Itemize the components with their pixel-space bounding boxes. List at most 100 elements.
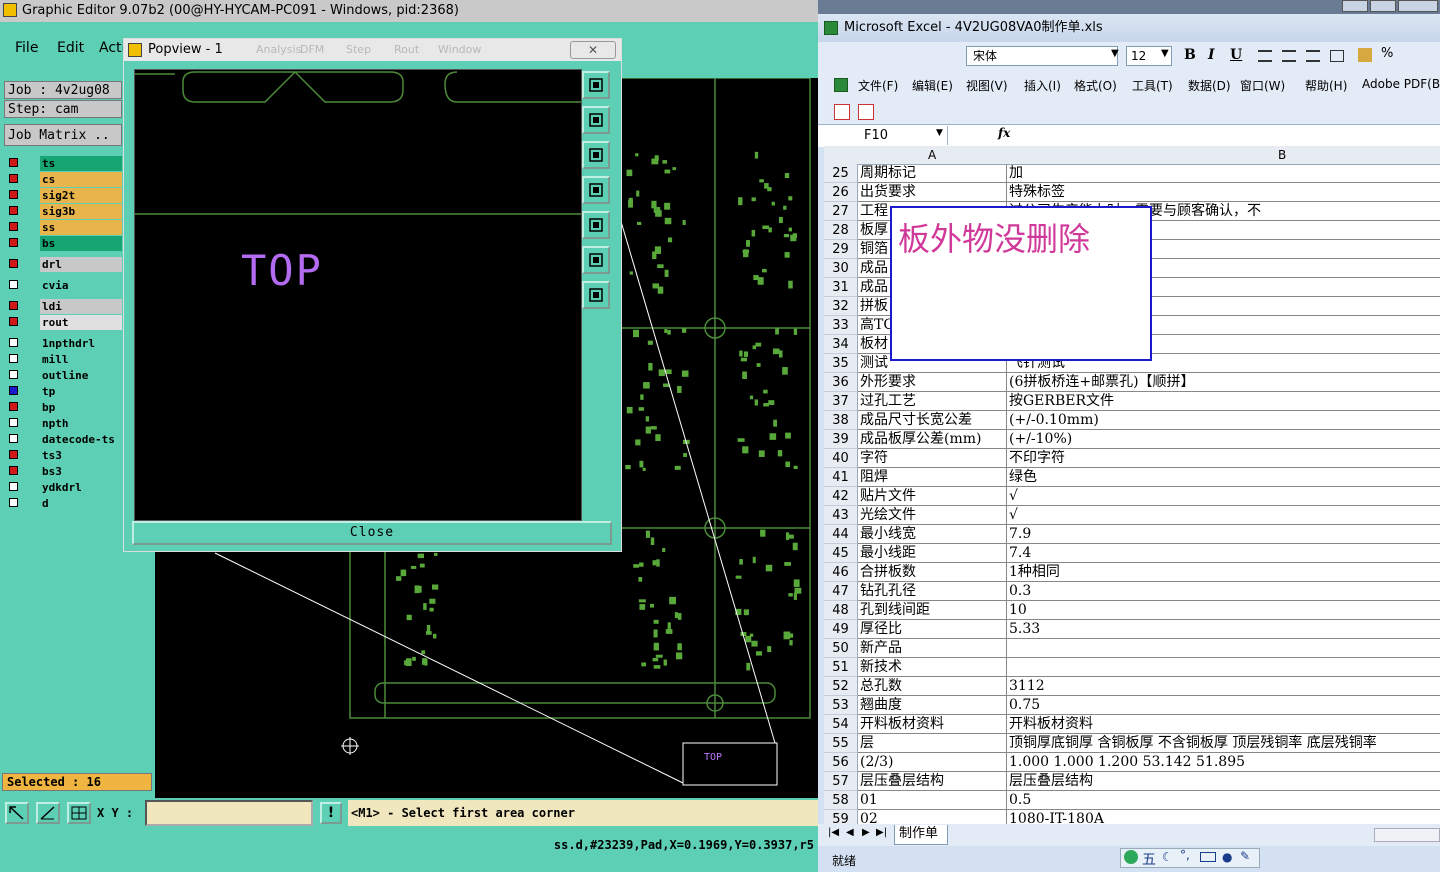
excel-menu-item[interactable]: Adobe PDF(B)	[1362, 77, 1440, 91]
row-header[interactable]: 47	[824, 582, 858, 601]
cell-b[interactable]: 10	[1007, 601, 1440, 620]
layer-checkbox[interactable]	[9, 402, 18, 411]
cell-a[interactable]: 出货要求	[858, 183, 1007, 202]
layer-checkbox[interactable]	[9, 280, 18, 289]
layer-checkbox[interactable]	[9, 418, 18, 427]
cell-a[interactable]: 贴片文件	[858, 487, 1007, 506]
popview-close-icon[interactable]: ✕	[570, 41, 616, 59]
row-header[interactable]: 53	[824, 696, 858, 715]
layer-row-mill[interactable]: mill	[6, 352, 122, 367]
menu-actions[interactable]: Acti	[99, 40, 125, 56]
cell-b[interactable]: 0.3	[1007, 582, 1440, 601]
row-header[interactable]: 34	[824, 335, 858, 354]
layer-row-tp[interactable]: tp	[6, 384, 122, 399]
row-header[interactable]: 36	[824, 373, 858, 392]
cell-b[interactable]: 按GERBER文件	[1007, 392, 1440, 411]
popview-canvas[interactable]: TOP	[134, 69, 582, 521]
cell-b[interactable]: 不印字符	[1007, 449, 1440, 468]
row-header[interactable]: 41	[824, 468, 858, 487]
layer-checkbox[interactable]	[9, 434, 18, 443]
menu-file[interactable]: File	[15, 40, 38, 56]
row-header[interactable]: 42	[824, 487, 858, 506]
cell-b[interactable]: 1种相同	[1007, 563, 1440, 582]
row-header[interactable]: 52	[824, 677, 858, 696]
cell-a[interactable]: 合拼板数	[858, 563, 1007, 582]
percent-icon[interactable]: %	[1381, 46, 1393, 61]
layer-row-ydkdrl[interactable]: ydkdrl	[6, 480, 122, 495]
layer-checkbox[interactable]	[9, 158, 18, 167]
punctuation-icon[interactable]: °,	[1180, 848, 1190, 862]
pan-down-icon[interactable]	[582, 141, 610, 169]
excel-menu-item[interactable]: 格式(O)	[1074, 77, 1117, 94]
cell-b[interactable]: 顶铜厚底铜厚 含铜板厚 不含铜板厚 顶层残铜率 底层残铜率	[1007, 734, 1440, 753]
fx-icon[interactable]: fx	[998, 126, 1010, 140]
layer-row-bs3[interactable]: bs3	[6, 464, 122, 479]
next-sheet-icon[interactable]: ▶	[862, 827, 870, 838]
row-header[interactable]: 48	[824, 601, 858, 620]
underline-button[interactable]: U	[1230, 47, 1242, 63]
layer-row-sig2t[interactable]: sig2t	[6, 188, 122, 203]
moon-icon[interactable]: ☾	[1162, 850, 1173, 864]
cell-b[interactable]: (+/-10%)	[1007, 430, 1440, 449]
layer-row-cvia[interactable]: cvia	[6, 278, 122, 293]
cell-b[interactable]: 7.9	[1007, 525, 1440, 544]
layer-row-ss[interactable]: ss	[6, 220, 122, 235]
sheet-tab-active[interactable]: 制作单	[894, 825, 948, 845]
excel-menu-item[interactable]: 工具(T)	[1132, 77, 1173, 94]
job-matrix-button[interactable]: Job Matrix ..	[4, 124, 122, 146]
row-header[interactable]: 30	[824, 259, 858, 278]
layer-row-1npthdrl[interactable]: 1npthdrl	[6, 336, 122, 351]
layer-row-cs[interactable]: cs	[6, 172, 122, 187]
cell-a[interactable]: 钻孔孔径	[858, 582, 1007, 601]
row-header[interactable]: 50	[824, 639, 858, 658]
merge-center-icon[interactable]	[1330, 50, 1344, 62]
keyboard-icon[interactable]	[1200, 852, 1216, 862]
layer-checkbox[interactable]	[9, 482, 18, 491]
cell-a[interactable]: 层	[858, 734, 1007, 753]
cell-b[interactable]: 层压叠层结构	[1007, 772, 1440, 791]
cell-comment-box[interactable]: 板外物没删除	[890, 206, 1152, 361]
align-left-icon[interactable]	[1258, 50, 1272, 62]
pan-left-icon[interactable]	[582, 176, 610, 204]
column-header-a[interactable]: A	[928, 148, 936, 162]
cell-b[interactable]: 7.4	[1007, 544, 1440, 563]
cell-b[interactable]: (6拼板桥连+邮票孔)【顺拼】	[1007, 373, 1440, 392]
zoom-home-icon[interactable]	[582, 281, 610, 309]
last-sheet-icon[interactable]: ▶|	[876, 827, 887, 838]
excel-menu-item[interactable]: 编辑(E)	[912, 77, 953, 94]
zoom-fit-icon[interactable]	[582, 246, 610, 274]
layer-row-rout[interactable]: rout	[6, 315, 122, 330]
layer-row-outline[interactable]: outline	[6, 368, 122, 383]
tools-icon[interactable]: ✎	[1240, 849, 1250, 863]
cell-a[interactable]: 最小线距	[858, 544, 1007, 563]
row-header[interactable]: 39	[824, 430, 858, 449]
cell-b[interactable]: 3112	[1007, 677, 1440, 696]
cell-b[interactable]: √	[1007, 506, 1440, 525]
row-header[interactable]: 29	[824, 240, 858, 259]
select-tool-icon[interactable]	[5, 802, 29, 824]
row-header[interactable]: 54	[824, 715, 858, 734]
layer-row-ts[interactable]: ts	[6, 156, 122, 171]
row-header[interactable]: 25	[824, 164, 858, 183]
layer-checkbox[interactable]	[9, 370, 18, 379]
row-header[interactable]: 31	[824, 278, 858, 297]
cell-b[interactable]: 加	[1007, 164, 1440, 183]
row-header[interactable]: 32	[824, 297, 858, 316]
cell-b[interactable]: 绿色	[1007, 468, 1440, 487]
cell-a[interactable]: 孔到线间距	[858, 601, 1007, 620]
name-box[interactable]: F10	[824, 126, 948, 145]
row-header[interactable]: 51	[824, 658, 858, 677]
cell-b[interactable]: (+/-0.10mm)	[1007, 411, 1440, 430]
layer-checkbox[interactable]	[9, 190, 18, 199]
layer-row-ldi[interactable]: ldi	[6, 299, 122, 314]
excel-menu-item[interactable]: 视图(V)	[966, 77, 1008, 94]
row-header[interactable]: 44	[824, 525, 858, 544]
cell-b[interactable]: 0.5	[1007, 791, 1440, 810]
cell-a[interactable]: 成品板厚公差(mm)	[858, 430, 1007, 449]
layer-row-drl[interactable]: drl	[6, 257, 122, 272]
layer-checkbox[interactable]	[9, 498, 18, 507]
row-header[interactable]: 58	[824, 791, 858, 810]
cell-b[interactable]	[1007, 658, 1440, 677]
align-right-icon[interactable]	[1306, 50, 1320, 62]
excel-menu-item[interactable]: 文件(F)	[858, 77, 898, 94]
